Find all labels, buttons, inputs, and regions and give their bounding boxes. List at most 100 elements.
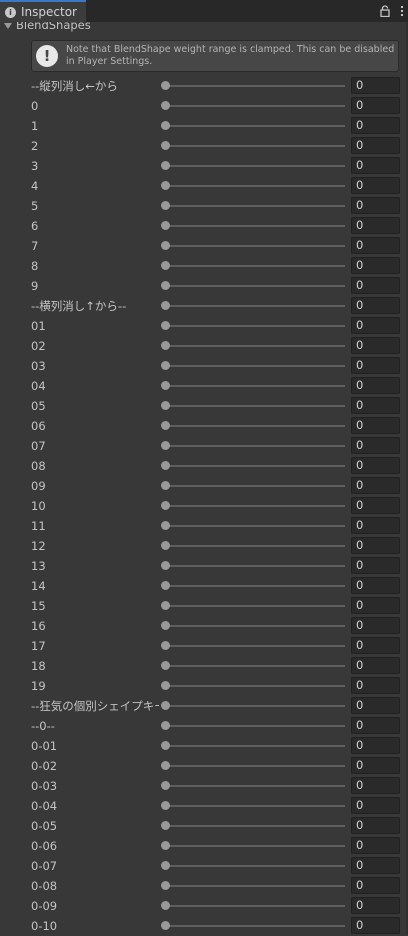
weight-value-field[interactable]: 0	[351, 637, 400, 654]
weight-slider-thumb[interactable]	[161, 121, 170, 130]
weight-slider-thumb[interactable]	[161, 561, 170, 570]
weight-slider-thumb[interactable]	[161, 761, 170, 770]
weight-slider-thumb[interactable]	[161, 901, 170, 910]
weight-value-field[interactable]: 0	[351, 577, 400, 594]
weight-value-field[interactable]: 0	[351, 757, 400, 774]
weight-value-field[interactable]: 0	[351, 137, 400, 154]
weight-slider-track[interactable]	[165, 425, 345, 427]
weight-slider-track[interactable]	[165, 505, 345, 507]
weight-slider-track[interactable]	[165, 405, 345, 407]
weight-slider-thumb[interactable]	[161, 621, 170, 630]
weight-value-field[interactable]: 0	[351, 557, 400, 574]
weight-slider-thumb[interactable]	[161, 301, 170, 310]
weight-slider-thumb[interactable]	[161, 281, 170, 290]
weight-slider-track[interactable]	[165, 905, 345, 907]
weight-value-field[interactable]: 0	[351, 317, 400, 334]
weight-slider-thumb[interactable]	[161, 741, 170, 750]
weight-value-field[interactable]: 0	[351, 397, 400, 414]
weight-value-field[interactable]: 0	[351, 337, 400, 354]
weight-slider-track[interactable]	[165, 865, 345, 867]
weight-slider-track[interactable]	[165, 625, 345, 627]
weight-slider-track[interactable]	[165, 585, 345, 587]
weight-value-field[interactable]: 0	[351, 77, 400, 94]
weight-slider-track[interactable]	[165, 365, 345, 367]
weight-slider-thumb[interactable]	[161, 821, 170, 830]
weight-slider-thumb[interactable]	[161, 421, 170, 430]
weight-value-field[interactable]: 0	[351, 97, 400, 114]
weight-value-field[interactable]: 0	[351, 357, 400, 374]
weight-slider-track[interactable]	[165, 725, 345, 727]
weight-value-field[interactable]: 0	[351, 417, 400, 434]
weight-slider-thumb[interactable]	[161, 541, 170, 550]
weight-value-field[interactable]: 0	[351, 877, 400, 894]
weight-slider-track[interactable]	[165, 765, 345, 767]
weight-slider-track[interactable]	[165, 785, 345, 787]
weight-slider-thumb[interactable]	[161, 661, 170, 670]
weight-slider-thumb[interactable]	[161, 861, 170, 870]
weight-slider-track[interactable]	[165, 325, 345, 327]
weight-slider-track[interactable]	[165, 565, 345, 567]
weight-value-field[interactable]: 0	[351, 477, 400, 494]
weight-value-field[interactable]: 0	[351, 497, 400, 514]
weight-slider-thumb[interactable]	[161, 461, 170, 470]
weight-slider-thumb[interactable]	[161, 641, 170, 650]
weight-slider-thumb[interactable]	[161, 101, 170, 110]
weight-slider-track[interactable]	[165, 705, 345, 707]
weight-slider-thumb[interactable]	[161, 521, 170, 530]
weight-slider-thumb[interactable]	[161, 381, 170, 390]
weight-value-field[interactable]: 0	[351, 897, 400, 914]
weight-value-field[interactable]: 0	[351, 597, 400, 614]
weight-value-field[interactable]: 0	[351, 537, 400, 554]
weight-slider-thumb[interactable]	[161, 81, 170, 90]
weight-slider-thumb[interactable]	[161, 501, 170, 510]
tab-inspector[interactable]: i Inspector	[0, 0, 86, 22]
weight-value-field[interactable]: 0	[351, 697, 400, 714]
weight-value-field[interactable]: 0	[351, 837, 400, 854]
weight-value-field[interactable]: 0	[351, 617, 400, 634]
weight-value-field[interactable]: 0	[351, 457, 400, 474]
weight-slider-thumb[interactable]	[161, 481, 170, 490]
weight-slider-thumb[interactable]	[161, 721, 170, 730]
weight-slider-track[interactable]	[165, 885, 345, 887]
weight-slider-track[interactable]	[165, 645, 345, 647]
weight-slider-track[interactable]	[165, 465, 345, 467]
weight-value-field[interactable]: 0	[351, 437, 400, 454]
weight-value-field[interactable]: 0	[351, 257, 400, 274]
weight-slider-track[interactable]	[165, 165, 345, 167]
weight-slider-track[interactable]	[165, 225, 345, 227]
weight-slider-track[interactable]	[165, 105, 345, 107]
weight-slider-thumb[interactable]	[161, 701, 170, 710]
weight-slider-thumb[interactable]	[161, 921, 170, 930]
weight-value-field[interactable]: 0	[351, 157, 400, 174]
weight-slider-track[interactable]	[165, 345, 345, 347]
weight-slider-track[interactable]	[165, 245, 345, 247]
weight-slider-track[interactable]	[165, 545, 345, 547]
weight-value-field[interactable]: 0	[351, 237, 400, 254]
weight-slider-thumb[interactable]	[161, 881, 170, 890]
weight-slider-thumb[interactable]	[161, 841, 170, 850]
weight-slider-thumb[interactable]	[161, 201, 170, 210]
weight-slider-thumb[interactable]	[161, 181, 170, 190]
weight-value-field[interactable]: 0	[351, 117, 400, 134]
weight-slider-thumb[interactable]	[161, 161, 170, 170]
weight-value-field[interactable]: 0	[351, 177, 400, 194]
weight-slider-track[interactable]	[165, 265, 345, 267]
weight-value-field[interactable]: 0	[351, 197, 400, 214]
weight-value-field[interactable]: 0	[351, 297, 400, 314]
weight-slider-track[interactable]	[165, 845, 345, 847]
weight-slider-track[interactable]	[165, 925, 345, 927]
weight-value-field[interactable]: 0	[351, 817, 400, 834]
weight-slider-track[interactable]	[165, 665, 345, 667]
weight-value-field[interactable]: 0	[351, 857, 400, 874]
weight-slider-thumb[interactable]	[161, 581, 170, 590]
weight-value-field[interactable]: 0	[351, 677, 400, 694]
weight-slider-track[interactable]	[165, 605, 345, 607]
weight-value-field[interactable]: 0	[351, 717, 400, 734]
weight-slider-thumb[interactable]	[161, 441, 170, 450]
weight-slider-thumb[interactable]	[161, 681, 170, 690]
weight-slider-thumb[interactable]	[161, 321, 170, 330]
blendshapes-foldout[interactable]: BlendShapes	[0, 22, 408, 34]
weight-value-field[interactable]: 0	[351, 277, 400, 294]
foldout-arrow-icon[interactable]	[4, 23, 12, 29]
lock-icon[interactable]	[380, 5, 390, 17]
